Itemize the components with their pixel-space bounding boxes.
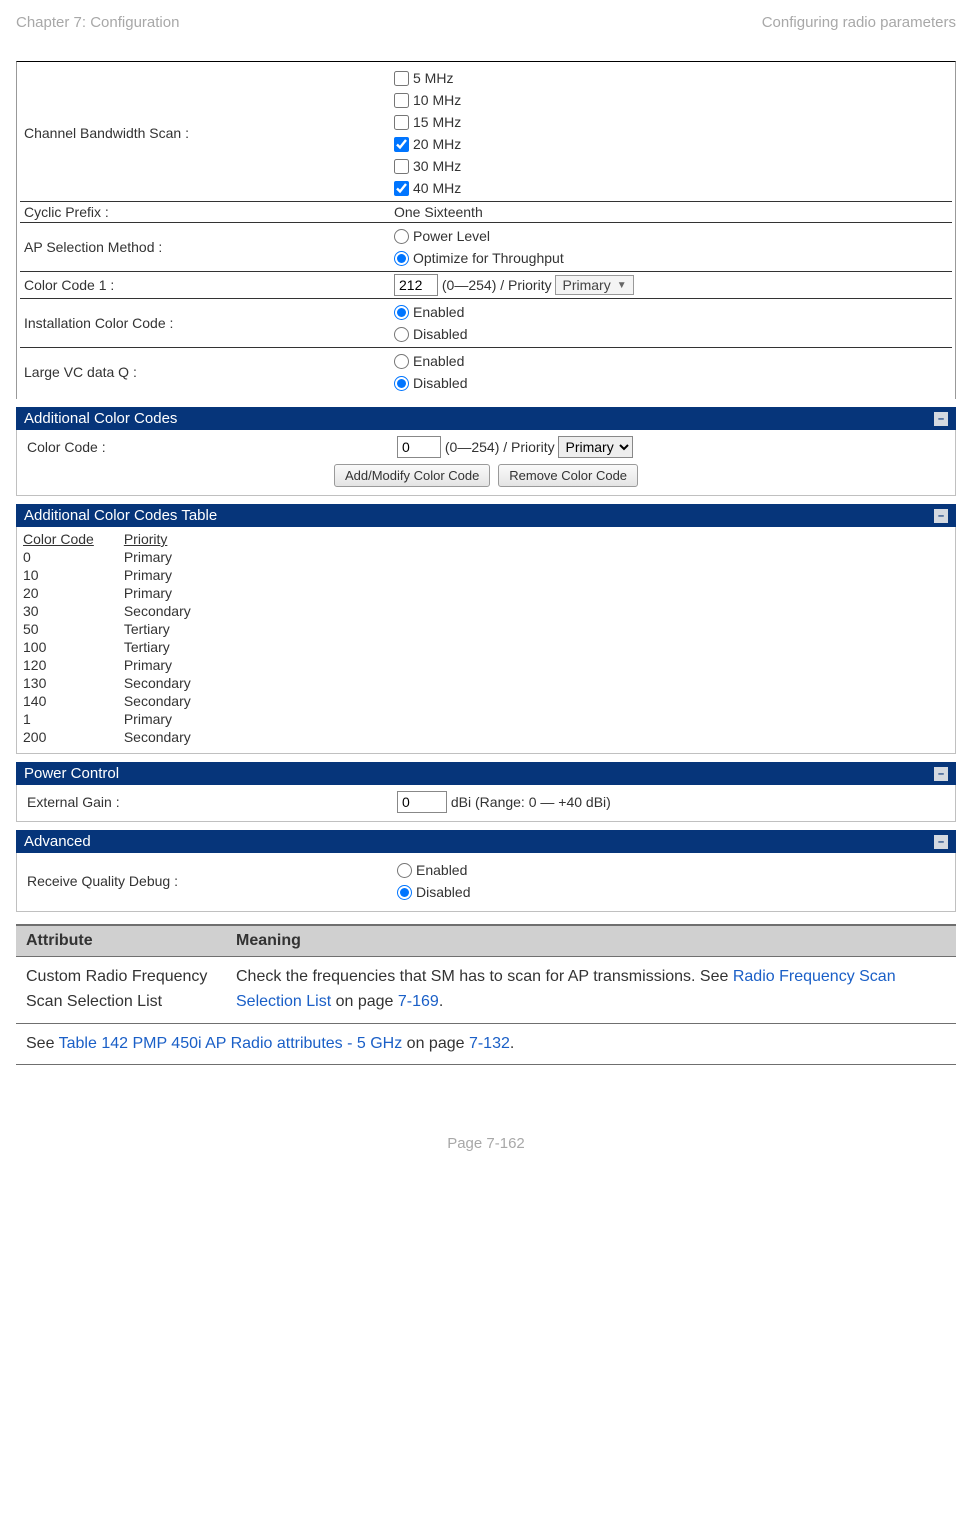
cyclic-prefix-label: Cyclic Prefix :: [20, 202, 390, 223]
attr-see-row: See Table 142 PMP 450i AP Radio attribut…: [16, 1023, 956, 1065]
bw-10mhz-label: 10 MHz: [413, 89, 461, 111]
section-label: Configuring radio parameters: [762, 14, 956, 31]
advanced-header: Advanced –: [16, 830, 956, 853]
bw-30mhz-checkbox[interactable]: [394, 159, 409, 174]
cc-table-col-code: Color Code: [23, 531, 124, 549]
ap-throughput-label: Optimize for Throughput: [413, 247, 564, 269]
large-vc-disabled-label: Disabled: [413, 372, 467, 394]
install-cc-label: Installation Color Code :: [20, 299, 390, 348]
attribute-table: Attribute Meaning Custom Radio Frequency…: [16, 924, 956, 1065]
bw-40mhz-label: 40 MHz: [413, 177, 461, 199]
large-vc-disabled-radio[interactable]: [394, 376, 409, 391]
power-control-title: Power Control: [24, 765, 119, 782]
cc-table-title: Additional Color Codes Table: [24, 507, 217, 524]
bw-15mhz-label: 15 MHz: [413, 111, 461, 133]
rq-debug-disabled-radio[interactable]: [397, 885, 412, 900]
bw-5mhz-label: 5 MHz: [413, 67, 453, 89]
link-table-142[interactable]: Table 142 PMP 450i AP Radio attributes -…: [59, 1035, 407, 1052]
bw-20mhz-label: 20 MHz: [413, 133, 461, 155]
add-cc-priority-select[interactable]: Primary: [558, 436, 633, 458]
collapse-icon[interactable]: –: [934, 509, 948, 523]
table-row: 120Primary: [23, 657, 221, 675]
table-row: 50Tertiary: [23, 621, 221, 639]
table-row: 100Tertiary: [23, 639, 221, 657]
bw-5mhz-checkbox[interactable]: [394, 71, 409, 86]
collapse-icon[interactable]: –: [934, 767, 948, 781]
chevron-down-icon: ▼: [617, 280, 627, 291]
attr-col-attribute: Attribute: [16, 925, 226, 957]
external-gain-input[interactable]: [397, 791, 447, 813]
ap-power-radio[interactable]: [394, 229, 409, 244]
bw-20mhz-checkbox[interactable]: [394, 137, 409, 152]
table-row: 1Primary: [23, 711, 221, 729]
page-footer: Page 7-162: [16, 1065, 956, 1152]
bw-40mhz-checkbox[interactable]: [394, 181, 409, 196]
cc-table-col-priority: Priority: [124, 531, 221, 549]
add-modify-cc-button[interactable]: Add/Modify Color Code: [334, 464, 490, 487]
color-code-1-input[interactable]: [394, 274, 438, 296]
cyclic-prefix-value: One Sixteenth: [390, 202, 952, 223]
table-row: 20Primary: [23, 585, 221, 603]
large-vc-enabled-label: Enabled: [413, 350, 464, 372]
attr-meaning: Check the frequencies that SM has to sca…: [226, 957, 956, 1024]
config-frame: Channel Bandwidth Scan : 5 MHz 10 MHz 15…: [16, 61, 956, 399]
add-cc-range: (0—254) / Priority: [445, 439, 555, 455]
install-cc-enabled-radio[interactable]: [394, 305, 409, 320]
install-cc-disabled-radio[interactable]: [394, 327, 409, 342]
add-cc-input[interactable]: [397, 436, 441, 458]
install-cc-disabled-label: Disabled: [413, 323, 467, 345]
table-row: 10Primary: [23, 567, 221, 585]
channel-bw-label: Channel Bandwidth Scan :: [20, 65, 390, 202]
table-row: 130Secondary: [23, 675, 221, 693]
chapter-label: Chapter 7: Configuration: [16, 14, 179, 31]
attr-col-meaning: Meaning: [226, 925, 956, 957]
collapse-icon[interactable]: –: [934, 835, 948, 849]
cc-table-header: Additional Color Codes Table –: [16, 504, 956, 527]
install-cc-enabled-label: Enabled: [413, 301, 464, 323]
color-code-1-range: (0—254) / Priority: [442, 277, 552, 293]
rq-debug-disabled-label: Disabled: [416, 881, 470, 903]
collapse-icon[interactable]: –: [934, 412, 948, 426]
rq-debug-label: Receive Quality Debug :: [23, 857, 393, 905]
link-page-7-132[interactable]: 7-132: [469, 1035, 510, 1052]
rq-debug-enabled-label: Enabled: [416, 859, 467, 881]
table-row: 30Secondary: [23, 603, 221, 621]
table-row: 200Secondary: [23, 729, 221, 747]
color-code-1-priority-value: Primary: [562, 277, 610, 293]
rq-debug-enabled-radio[interactable]: [397, 863, 412, 878]
ap-selection-label: AP Selection Method :: [20, 223, 390, 272]
external-gain-unit: dBi (Range: 0 — +40 dBi): [451, 794, 611, 810]
advanced-title: Advanced: [24, 833, 91, 850]
color-code-1-priority-select[interactable]: Primary ▼: [555, 275, 633, 295]
additional-cc-header: Additional Color Codes –: [16, 407, 956, 430]
bw-30mhz-label: 30 MHz: [413, 155, 461, 177]
link-page-7-169[interactable]: 7-169: [398, 993, 439, 1010]
table-row: 140Secondary: [23, 693, 221, 711]
color-code-1-label: Color Code 1 :: [20, 272, 390, 299]
ap-throughput-radio[interactable]: [394, 251, 409, 266]
ap-power-label: Power Level: [413, 225, 490, 247]
external-gain-label: External Gain :: [23, 789, 393, 815]
additional-cc-title: Additional Color Codes: [24, 410, 177, 427]
power-control-header: Power Control –: [16, 762, 956, 785]
add-cc-label: Color Code :: [23, 434, 393, 460]
bw-10mhz-checkbox[interactable]: [394, 93, 409, 108]
large-vc-enabled-radio[interactable]: [394, 354, 409, 369]
color-codes-table: Color Code Priority 0Primary 10Primary 2…: [23, 531, 221, 747]
table-row: 0Primary: [23, 549, 221, 567]
large-vc-label: Large VC data Q :: [20, 348, 390, 397]
remove-cc-button[interactable]: Remove Color Code: [498, 464, 638, 487]
attr-name: Custom Radio Frequency Scan Selection Li…: [16, 957, 226, 1024]
bw-15mhz-checkbox[interactable]: [394, 115, 409, 130]
